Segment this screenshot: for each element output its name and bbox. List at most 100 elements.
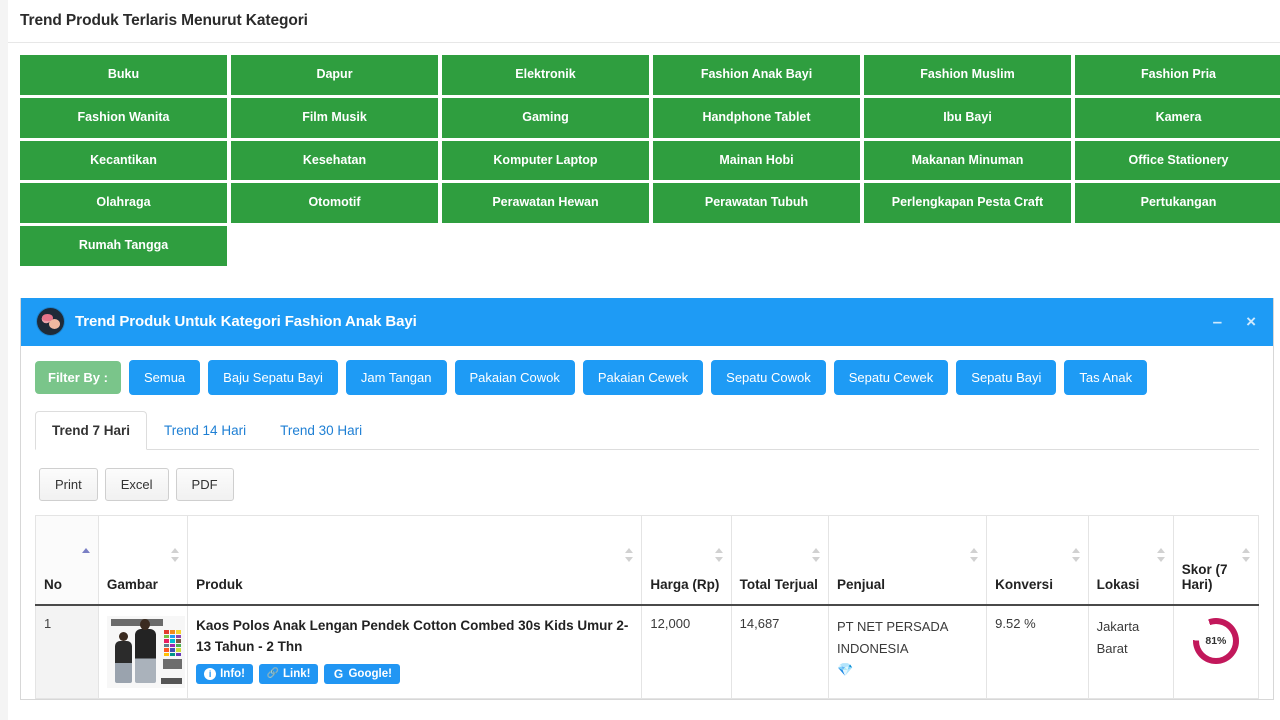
export-button-group: Print Excel PDF	[35, 450, 1259, 515]
category-button[interactable]: Dapur	[231, 55, 438, 95]
category-button[interactable]: Otomotif	[231, 183, 438, 223]
trend-panel-header: Trend Produk Untuk Kategori Fashion Anak…	[21, 297, 1273, 346]
column-header-label: Total Terjual	[739, 577, 818, 593]
link-button[interactable]: 🔗 Link!	[259, 664, 319, 685]
cell-skor: 81%	[1172, 604, 1260, 700]
trend-panel: Trend Produk Untuk Kategori Fashion Anak…	[20, 297, 1274, 701]
category-button[interactable]: Pertukangan	[1075, 183, 1280, 223]
cell-harga: 12,000	[641, 604, 732, 700]
filter-button[interactable]: Baju Sepatu Bayi	[208, 359, 338, 395]
category-button[interactable]: Perawatan Tubuh	[653, 183, 860, 223]
category-button[interactable]: Olahraga	[20, 183, 227, 223]
action-label: Info!	[220, 668, 245, 681]
sort-indicator-icon	[1156, 547, 1166, 562]
category-button[interactable]: Mainan Hobi	[653, 140, 860, 181]
category-button[interactable]: Buku	[20, 55, 227, 95]
cell-gambar	[97, 604, 189, 700]
category-button[interactable]: Rumah Tangga	[20, 226, 227, 266]
column-header-label: No	[44, 577, 62, 593]
column-header-skor-7-hari[interactable]: Skor (7 Hari)	[1172, 514, 1260, 607]
excel-button[interactable]: Excel	[104, 467, 169, 501]
sort-indicator-icon	[81, 547, 91, 562]
google-icon: G	[333, 667, 344, 682]
sort-indicator-icon	[811, 547, 821, 562]
filter-button[interactable]: Sepatu Cowok	[711, 359, 826, 395]
column-header-penjual[interactable]: Penjual	[827, 514, 988, 607]
category-button[interactable]: Film Musik	[231, 97, 438, 138]
category-button[interactable]: Handphone Tablet	[653, 97, 860, 138]
column-header-label: Konversi	[995, 577, 1053, 593]
category-button[interactable]: Fashion Anak Bayi	[653, 55, 860, 95]
filter-bar: Filter By : Semua Baju Sepatu Bayi Jam Tan…	[35, 359, 1259, 407]
filter-button[interactable]: Pakaian Cowok	[454, 359, 575, 395]
print-button[interactable]: Print	[39, 467, 98, 501]
product-actions: i Info! 🔗 Link! G Google!	[196, 664, 633, 685]
app-page: Trend Produk Terlaris Menurut Kategori B…	[8, 0, 1280, 720]
column-header-label: Skor (7 Hari)	[1181, 562, 1228, 593]
tab-trend-14-hari[interactable]: Trend 14 Hari	[147, 411, 263, 450]
seller-name: PT NET PERSADA INDONESIA	[836, 619, 948, 656]
diamond-badge-icon: 💎	[836, 662, 854, 678]
score-donut: 81%	[1192, 618, 1239, 665]
action-label: Google!	[348, 668, 392, 681]
filter-by-label: Filter By :	[35, 360, 121, 394]
category-button[interactable]: Perlengkapan Pesta Craft	[864, 183, 1071, 223]
category-button[interactable]: Office Stationery	[1075, 140, 1280, 181]
category-button[interactable]: Elektronik	[442, 55, 649, 95]
column-header-label: Produk	[196, 577, 243, 593]
category-section: Buku Dapur Elektronik Fashion Anak Bayi Fash…	[8, 43, 1280, 276]
category-button[interactable]: Fashion Muslim	[864, 55, 1071, 95]
filter-button[interactable]: Pakaian Cewek	[582, 359, 704, 395]
filter-button[interactable]: Sepatu Bayi	[956, 359, 1057, 395]
column-header-total-terjual[interactable]: Total Terjual	[730, 514, 829, 607]
column-header-harga-rp[interactable]: Harga (Rp)	[641, 514, 732, 607]
column-header-label: Harga (Rp)	[650, 577, 720, 593]
filter-button[interactable]: Semua	[128, 359, 201, 395]
category-button[interactable]: Fashion Pria	[1075, 55, 1280, 95]
trend-tabs: Trend 7 Hari Trend 14 Hari Trend 30 Hari	[35, 410, 1259, 450]
category-button[interactable]: Komputer Laptop	[442, 140, 649, 181]
category-button[interactable]: Gaming	[442, 97, 649, 138]
column-header-lokasi[interactable]: Lokasi	[1087, 514, 1174, 607]
product-thumbnail[interactable]	[106, 616, 185, 689]
filter-button[interactable]: Sepatu Cewek	[833, 359, 949, 395]
filter-button[interactable]: Tas Anak	[1064, 359, 1148, 395]
column-header-label: Penjual	[836, 577, 885, 593]
tab-trend-30-hari[interactable]: Trend 30 Hari	[263, 411, 379, 450]
filter-button-group: Semua Baju Sepatu Bayi Jam Tangan Pakaian C…	[128, 359, 1148, 395]
column-header-produk[interactable]: Produk	[187, 514, 643, 607]
info-button[interactable]: i Info!	[196, 664, 253, 685]
minimize-icon[interactable]: –	[1210, 311, 1225, 332]
page-title-bar: Trend Produk Terlaris Menurut Kategori	[8, 0, 1280, 43]
sort-indicator-icon	[714, 547, 724, 562]
filter-button[interactable]: Jam Tangan	[345, 359, 447, 395]
category-button[interactable]: Kesehatan	[231, 140, 438, 181]
category-button[interactable]: Makanan Minuman	[864, 140, 1071, 181]
info-icon: i	[204, 668, 217, 681]
tab-trend-7-hari[interactable]: Trend 7 Hari	[35, 410, 148, 450]
category-button[interactable]: Ibu Bayi	[864, 97, 1071, 138]
cell-total-terjual: 14,687	[730, 604, 829, 700]
sort-indicator-icon	[1071, 547, 1081, 562]
column-header-no[interactable]: No	[35, 514, 99, 607]
category-button[interactable]: Perawatan Hewan	[442, 183, 649, 223]
link-icon: 🔗	[266, 668, 280, 680]
category-button[interactable]: Kecantikan	[20, 140, 227, 181]
column-header-konversi[interactable]: Konversi	[986, 514, 1089, 607]
trend-panel-body: Filter By : Semua Baju Sepatu Bayi Jam Tan…	[21, 345, 1273, 700]
cell-no: 1	[35, 604, 99, 700]
table-header-row: No Gambar Produk Harga (Rp) Total Terjual Pen…	[35, 514, 1260, 607]
sort-indicator-icon	[625, 547, 634, 562]
close-icon[interactable]: ×	[1243, 311, 1259, 332]
column-header-label: Gambar	[106, 577, 158, 593]
sort-indicator-icon	[1242, 547, 1251, 562]
column-header-gambar[interactable]: Gambar	[97, 514, 189, 607]
category-button[interactable]: Kamera	[1075, 97, 1280, 138]
cell-lokasi: Jakarta Barat	[1087, 604, 1174, 700]
user-avatar-icon	[37, 308, 64, 336]
cell-penjual: PT NET PERSADA INDONESIA 💎	[827, 604, 988, 700]
pdf-button[interactable]: PDF	[175, 467, 234, 501]
table-body: 1 Kaos Polos Anak Lengan Pendek Cotton Co…	[35, 604, 1260, 700]
category-button[interactable]: Fashion Wanita	[20, 97, 227, 138]
google-button[interactable]: G Google!	[324, 664, 400, 685]
